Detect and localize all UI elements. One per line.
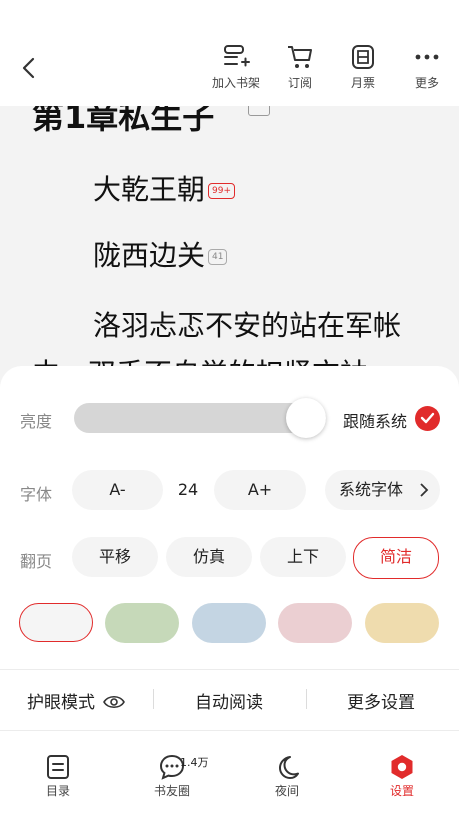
nav-night-mode[interactable]: 夜间 xyxy=(252,754,322,799)
theme-swatch-blue[interactable] xyxy=(192,603,266,643)
add-to-shelf-label: 加入书架 xyxy=(211,76,260,90)
font-family-label: 系统字体 xyxy=(339,480,404,499)
eye-care-mode-label: 护眼模式 xyxy=(27,693,95,713)
monthly-ticket-label: 月票 xyxy=(350,76,375,90)
eye-care-mode-button[interactable]: 护眼模式 xyxy=(27,688,126,713)
nav-catalog-label: 目录 xyxy=(45,784,70,798)
paragraph-comment-badge[interactable]: 99+ xyxy=(208,183,236,199)
font-increase-button[interactable]: A+ xyxy=(214,470,306,510)
page-turn-simple-option[interactable]: 简洁 xyxy=(353,537,439,579)
font-family-button[interactable]: 系统字体 xyxy=(325,470,440,510)
chapter-title: 第1章私生子 xyxy=(32,106,215,136)
more-dots-icon xyxy=(415,54,439,60)
font-label: 字体 xyxy=(20,485,53,504)
more-button[interactable]: 更多 xyxy=(397,44,457,91)
nav-settings-label: 设置 xyxy=(389,784,414,798)
theme-swatch-green[interactable] xyxy=(105,603,179,643)
subscribe-button[interactable]: 订阅 xyxy=(270,44,330,91)
monthly-ticket-button[interactable]: 月票 xyxy=(333,44,393,91)
brightness-slider-handle[interactable] xyxy=(286,398,326,438)
paragraph: 洛羽忐忑不安的站在军帐 xyxy=(93,304,401,344)
chapter-comment-badge[interactable] xyxy=(248,106,270,116)
add-to-shelf-icon xyxy=(224,45,250,67)
nav-book-circle-label: 书友圈 xyxy=(153,784,190,798)
reading-area[interactable]: 第1章私生子 大乾王朝99+ 陇西边关41 洛羽忐忑不安的站在军帐 中，双手不自… xyxy=(0,106,459,406)
page-turn-slide-option[interactable]: 平移 xyxy=(72,537,158,577)
theme-swatch-white[interactable] xyxy=(19,603,93,642)
settings-panel: 亮度 跟随系统 字体 A- 24 A+ 系统字体 翻页 平移 仿真 上下 简洁 … xyxy=(0,366,459,816)
paragraph-text: 大乾王朝 xyxy=(93,173,206,206)
catalog-icon xyxy=(47,755,69,779)
follow-system-label: 跟随系统 xyxy=(343,412,408,431)
font-decrease-button[interactable]: A- xyxy=(72,470,163,510)
cart-icon xyxy=(288,46,312,68)
divider xyxy=(306,689,307,709)
book-circle-count-badge: 1.4万 xyxy=(180,756,209,769)
add-to-shelf-button[interactable]: 加入书架 xyxy=(206,44,266,91)
paragraph-text: 洛羽忐忑不安的站在军帐 xyxy=(93,309,402,342)
page-turn-label: 翻页 xyxy=(20,552,53,571)
follow-system-checkbox[interactable] xyxy=(415,406,440,431)
back-icon[interactable] xyxy=(18,56,42,80)
divider xyxy=(0,669,459,670)
check-icon xyxy=(420,412,435,424)
nav-night-mode-label: 夜间 xyxy=(274,784,299,798)
paragraph-comment-badge[interactable]: 41 xyxy=(208,249,228,265)
more-label: 更多 xyxy=(414,76,439,90)
paragraph: 大乾王朝 99+ xyxy=(93,168,236,208)
ticket-icon xyxy=(352,45,374,69)
page-turn-vertical-option[interactable]: 上下 xyxy=(260,537,346,577)
page-turn-simulation-option[interactable]: 仿真 xyxy=(166,537,252,577)
font-size-value: 24 xyxy=(177,480,199,499)
theme-swatch-parchment[interactable] xyxy=(365,603,439,643)
subscribe-label: 订阅 xyxy=(287,76,312,90)
moon-icon xyxy=(279,756,299,779)
more-settings-button[interactable]: 更多设置 xyxy=(347,688,415,713)
nav-settings[interactable]: 设置 xyxy=(367,754,437,799)
divider xyxy=(153,689,154,709)
brightness-label: 亮度 xyxy=(20,412,53,431)
top-toolbar: 加入书架 订阅 月票 更多 xyxy=(0,0,459,106)
chevron-right-icon xyxy=(420,483,429,497)
theme-swatch-pink[interactable] xyxy=(278,603,352,643)
paragraph-text: 陇西边关 xyxy=(93,239,206,272)
auto-read-button[interactable]: 自动阅读 xyxy=(195,688,263,713)
eye-icon xyxy=(103,695,126,709)
settings-hex-icon xyxy=(391,755,413,779)
nav-catalog[interactable]: 目录 xyxy=(23,754,93,799)
paragraph: 陇西边关 41 xyxy=(93,234,228,274)
divider xyxy=(0,730,459,731)
